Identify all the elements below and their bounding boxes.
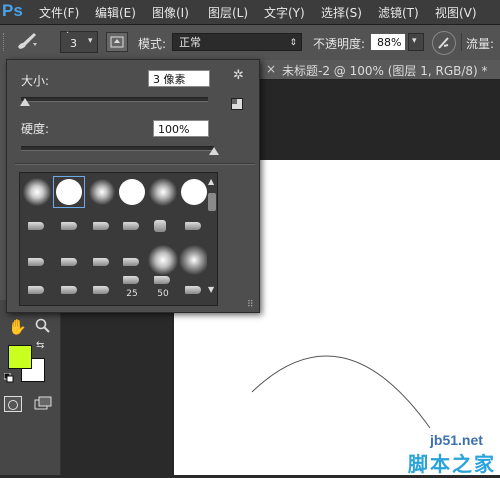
chevron-down-icon: ▾ bbox=[88, 36, 93, 46]
hardness-label: 硬度: bbox=[21, 122, 50, 136]
document-tab-bar: × 未标题-2 @ 100% (图层 1, RGB/8) * bbox=[260, 60, 500, 80]
pressure-opacity-icon[interactable] bbox=[432, 31, 456, 55]
mode-select[interactable]: 正常 ⇕ bbox=[172, 33, 302, 51]
menu-edit[interactable]: 编辑(E) bbox=[95, 4, 136, 21]
flow-label: 流量: bbox=[466, 37, 495, 51]
opacity-dropdown-button[interactable]: ▾ bbox=[408, 33, 424, 51]
brush-preset-picker[interactable]: · 3 ▾ bbox=[60, 28, 98, 53]
size-label: 大小: bbox=[21, 74, 50, 88]
brush-preset-tip-50[interactable]: 50 bbox=[148, 273, 178, 303]
brush-preset-tip[interactable] bbox=[87, 277, 117, 307]
watermark-site: jb51.net bbox=[430, 432, 483, 448]
brush-preset-tip-25[interactable]: 25 bbox=[117, 273, 147, 303]
brush-preset-tip[interactable] bbox=[87, 249, 117, 279]
document-tab[interactable]: × 未标题-2 @ 100% (图层 1, RGB/8) * bbox=[260, 60, 500, 79]
size-slider-track[interactable] bbox=[21, 97, 208, 102]
brush-preset-tip[interactable] bbox=[55, 213, 85, 243]
preset-scrollbar[interactable]: ▲ ▼ bbox=[207, 177, 217, 296]
brush-size-value: 3 bbox=[70, 37, 77, 50]
menu-layer[interactable]: 图层(L) bbox=[208, 4, 248, 21]
brush-preset-soft-round[interactable] bbox=[22, 177, 52, 207]
brush-size-label: 50 bbox=[157, 289, 169, 299]
resize-grip-icon[interactable]: ⠿ bbox=[247, 300, 254, 310]
divider bbox=[15, 163, 255, 165]
chevron-down-icon: ▾ bbox=[412, 36, 417, 46]
brush-preset-tip[interactable] bbox=[117, 213, 147, 243]
hardness-field[interactable]: 100% bbox=[153, 120, 209, 137]
brush-preset-tip[interactable] bbox=[22, 249, 52, 279]
chevron-updown-icon: ⇕ bbox=[289, 38, 297, 48]
opacity-field[interactable]: 88% bbox=[370, 33, 406, 51]
brush-preset-soft-round[interactable] bbox=[148, 245, 178, 275]
scroll-thumb[interactable] bbox=[208, 193, 216, 211]
document-title: 未标题-2 @ 100% (图层 1, RGB/8) * bbox=[282, 64, 488, 78]
menu-type[interactable]: 文字(Y) bbox=[264, 4, 305, 21]
brush-preset-hard-round[interactable] bbox=[117, 177, 147, 207]
brush-preset-tip[interactable] bbox=[55, 277, 85, 307]
hand-tool-icon[interactable]: ✋ bbox=[8, 318, 27, 336]
brush-preset-tip[interactable] bbox=[22, 213, 52, 243]
size-slider-thumb[interactable] bbox=[19, 98, 30, 106]
menu-filter[interactable]: 滤镜(T) bbox=[378, 4, 419, 21]
foreground-color-swatch[interactable] bbox=[8, 345, 32, 369]
brush-dot-icon: · bbox=[66, 28, 70, 39]
hardness-slider-track[interactable] bbox=[21, 146, 214, 151]
watermark-brand: 脚本之家 bbox=[408, 452, 496, 476]
opacity-value: 88% bbox=[377, 36, 402, 49]
new-preset-icon[interactable] bbox=[231, 98, 243, 110]
mode-value: 正常 bbox=[179, 36, 201, 49]
brush-preset-tip[interactable] bbox=[22, 277, 52, 307]
brush-preset-popup: 大小: 3 像素 ✲ 硬度: 100% 25 50 ▲ ▼ ⠿ bbox=[6, 59, 260, 313]
opacity-label: 不透明度: bbox=[313, 37, 366, 51]
brush-preset-tip[interactable] bbox=[87, 213, 117, 243]
brush-preset-tip[interactable] bbox=[179, 213, 209, 243]
scroll-up-icon[interactable]: ▲ bbox=[208, 177, 214, 186]
zoom-tool-icon[interactable] bbox=[35, 318, 51, 337]
hardness-slider-thumb[interactable] bbox=[209, 147, 219, 155]
options-grip bbox=[3, 33, 8, 51]
brush-preset-list: 25 50 bbox=[19, 172, 218, 306]
scroll-down-icon[interactable]: ▼ bbox=[208, 285, 214, 294]
brush-preset-hard-round[interactable] bbox=[179, 177, 209, 207]
brush-preset-tip[interactable] bbox=[55, 249, 85, 279]
screen-mode-icon[interactable] bbox=[34, 396, 54, 415]
menu-bar: Ps 文件(F) 编辑(E) 图像(I) 图层(L) 文字(Y) 选择(S) 滤… bbox=[0, 0, 500, 25]
brush-size-label: 25 bbox=[126, 289, 138, 299]
brush-tool-icon[interactable] bbox=[14, 31, 40, 54]
gear-icon[interactable]: ✲ bbox=[233, 68, 244, 83]
menu-select[interactable]: 选择(S) bbox=[321, 4, 362, 21]
default-colors-icon[interactable] bbox=[3, 372, 14, 386]
menu-file[interactable]: 文件(F) bbox=[39, 4, 79, 21]
brush-preset-soft-round[interactable] bbox=[148, 177, 178, 207]
swap-colors-icon[interactable]: ⇆ bbox=[36, 340, 44, 351]
quick-mask-icon[interactable] bbox=[4, 396, 22, 412]
brush-preset-soft-round[interactable] bbox=[87, 177, 117, 207]
brush-preset-tip[interactable] bbox=[148, 213, 178, 243]
brush-preset-hard-round-selected[interactable] bbox=[53, 176, 85, 208]
options-bar: · 3 ▾ 模式: 正常 ⇕ 不透明度: 88% ▾ 流量: bbox=[0, 25, 500, 61]
menu-image[interactable]: 图像(I) bbox=[152, 4, 189, 21]
brush-preset-tip[interactable] bbox=[179, 277, 209, 307]
brush-preset-soft-round[interactable] bbox=[179, 245, 209, 275]
brush-panel-toggle-icon[interactable] bbox=[106, 32, 128, 52]
size-value: 3 像素 bbox=[153, 73, 186, 86]
separator bbox=[461, 33, 462, 51]
photoshop-logo: Ps bbox=[2, 1, 23, 20]
size-field[interactable]: 3 像素 bbox=[148, 70, 210, 87]
menu-view[interactable]: 视图(V) bbox=[435, 4, 477, 21]
hardness-value: 100% bbox=[158, 123, 190, 136]
mode-label: 模式: bbox=[138, 37, 167, 51]
close-icon[interactable]: × bbox=[266, 62, 276, 76]
